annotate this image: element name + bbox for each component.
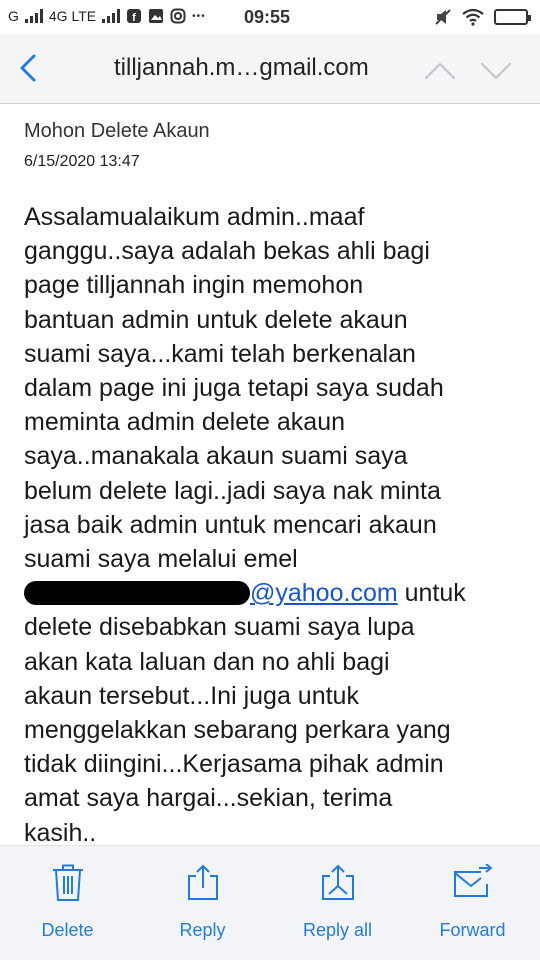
forward-icon	[453, 864, 493, 897]
body-text-part1: Assalamualaikum admin..maaf ganggu..saya…	[24, 203, 444, 574]
signal-icon	[102, 9, 121, 23]
app-header: tilljannah.m…gmail.com	[0, 34, 540, 104]
reply-all-icon	[321, 864, 354, 900]
more-icon: •••	[192, 10, 206, 22]
status-left: G 4G LTE f •••	[8, 8, 206, 24]
email-link[interactable]: @yahoo.com	[250, 579, 398, 607]
mail-meta: Mohon Delete Akaun 6/15/2020 13:47	[24, 120, 210, 171]
reply-all-button[interactable]: Reply all	[270, 846, 405, 960]
network-label: G	[8, 8, 19, 24]
trash-icon	[52, 864, 83, 901]
chevron-up-icon	[424, 62, 456, 80]
mail-subject: Mohon Delete Akaun	[24, 120, 210, 142]
delete-button[interactable]: Delete	[0, 846, 135, 960]
reply-icon	[187, 864, 218, 900]
battery-icon	[494, 9, 531, 25]
reply-all-label: Reply all	[302, 920, 373, 940]
delete-label: Delete	[41, 920, 94, 940]
signal-icon	[24, 9, 43, 23]
status-bar: G 4G LTE f ••• 09:55	[0, 0, 540, 34]
gallery-icon	[149, 9, 164, 23]
status-time: 09:55	[244, 7, 291, 27]
facebook-icon: f	[127, 9, 142, 24]
mail-body: Assalamualaikum admin..maaf ganggu..saya…	[24, 200, 524, 850]
forward-label: Forward	[439, 920, 506, 940]
next-mail-button[interactable]	[478, 56, 514, 84]
mail-date: 6/15/2020 13:47	[24, 153, 140, 170]
forward-button[interactable]: Forward	[405, 846, 540, 960]
network-type-label: 4G LTE	[48, 8, 97, 24]
reply-label: Reply	[179, 920, 226, 940]
sender-title: tilljannah.m…gmail.com	[114, 54, 369, 81]
svg-text:f: f	[132, 12, 136, 24]
mute-icon	[435, 9, 451, 25]
bottom-toolbar: Delete Reply Reply all Forward	[0, 845, 540, 960]
previous-mail-button[interactable]	[422, 56, 458, 84]
back-button[interactable]	[10, 48, 46, 88]
redacted-email	[24, 581, 250, 606]
chevron-left-icon	[20, 54, 36, 82]
instagram-icon	[170, 8, 186, 24]
status-right	[434, 8, 531, 26]
body-text-part2: untuk delete disebabkan suami saya lupa …	[24, 579, 466, 847]
chevron-down-icon	[480, 62, 512, 80]
wifi-icon	[462, 8, 484, 26]
reply-button[interactable]: Reply	[135, 846, 270, 960]
